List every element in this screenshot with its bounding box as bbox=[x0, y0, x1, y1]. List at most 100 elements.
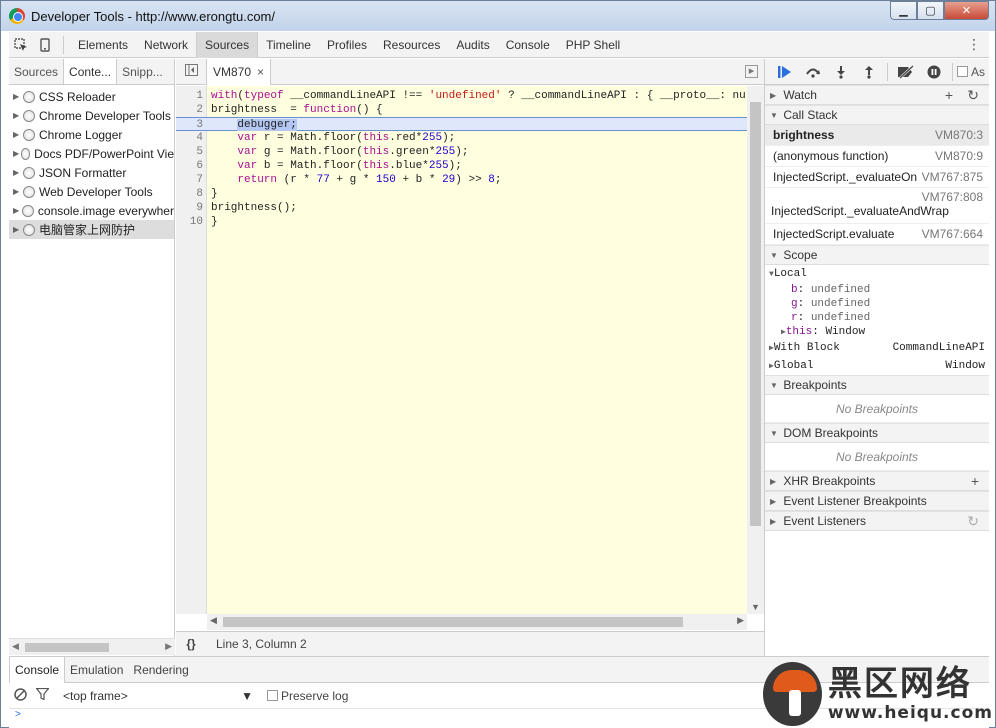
tree-item[interactable]: ▶ JSON Formatter bbox=[9, 163, 174, 182]
expand-arrow-icon[interactable]: ▶ bbox=[13, 130, 23, 139]
scope-property-this[interactable]: ▶this: Window bbox=[765, 325, 989, 339]
code-line[interactable]: 4 var r = Math.floor(this.red*255); bbox=[176, 131, 747, 145]
call-frame-location[interactable]: VM870:9 bbox=[935, 149, 983, 163]
add-xhr-breakpoint-icon[interactable]: + bbox=[971, 473, 979, 489]
navigator-tab-sources[interactable]: Sources bbox=[9, 59, 63, 84]
scope-local[interactable]: ▼Local bbox=[765, 265, 989, 283]
navigator-tab-snippets[interactable]: Snipp... bbox=[117, 59, 168, 84]
tab-profiles[interactable]: Profiles bbox=[319, 32, 375, 58]
pause-on-exceptions-button[interactable] bbox=[920, 60, 948, 84]
line-number[interactable]: 9 bbox=[176, 201, 203, 215]
code-area[interactable]: 1 with(typeof __commandLineAPI !== 'undef… bbox=[176, 86, 747, 614]
tree-item[interactable]: ▶ 电脑管家上网防护 bbox=[9, 220, 174, 239]
call-frame-location[interactable]: VM870:3 bbox=[935, 128, 983, 142]
scroll-down-icon[interactable]: ▼ bbox=[751, 602, 760, 612]
tree-item[interactable]: ▶ CSS Reloader bbox=[9, 87, 174, 106]
device-mode-icon[interactable] bbox=[33, 33, 57, 57]
scroll-right-icon[interactable]: ▶ bbox=[737, 615, 744, 626]
tree-item[interactable]: ▶ Docs PDF/PowerPoint Vie bbox=[9, 144, 174, 163]
collapse-arrow-icon[interactable]: ▼ bbox=[770, 251, 780, 260]
frame-selector[interactable]: <top frame> ▼ bbox=[63, 689, 253, 703]
refresh-icon[interactable]: ↻ bbox=[967, 87, 979, 104]
scrollbar-thumb[interactable] bbox=[25, 643, 109, 652]
preserve-log-checkbox[interactable]: Preserve log bbox=[267, 689, 348, 703]
resume-button[interactable] bbox=[771, 60, 799, 84]
call-frame[interactable]: InjectedScript._evaluateOn VM767:875 bbox=[765, 167, 989, 188]
call-frame-location[interactable]: VM767:664 bbox=[922, 227, 983, 241]
expand-arrow-icon[interactable]: ▶ bbox=[770, 91, 780, 100]
code-line[interactable]: 9 brightness(); bbox=[176, 201, 747, 215]
scrollbar-thumb[interactable] bbox=[223, 617, 683, 627]
toggle-debugger-sidebar-icon[interactable]: ▸ bbox=[745, 65, 758, 78]
close-window-button[interactable]: ✕ bbox=[944, 1, 989, 20]
line-number[interactable]: 2 bbox=[176, 103, 203, 117]
call-stack-section-header[interactable]: ▼ Call Stack bbox=[765, 105, 989, 125]
tree-item[interactable]: ▶ Chrome Logger bbox=[9, 125, 174, 144]
scope-with-block[interactable]: ▶With Block CommandLineAPI bbox=[765, 339, 989, 357]
preserve-log-checkbox-box[interactable] bbox=[267, 690, 278, 701]
code-line[interactable]: 6 var b = Math.floor(this.blue*255); bbox=[176, 159, 747, 173]
navigator-scrollbar[interactable]: ◀ ▶ bbox=[9, 638, 175, 655]
event-listeners-section-header[interactable]: ▶ Event Listeners ↻ bbox=[765, 511, 989, 531]
drawer-tab-rendering[interactable]: Rendering bbox=[128, 657, 193, 683]
watch-section-header[interactable]: ▶ Watch + ↻ bbox=[765, 85, 989, 105]
code-line[interactable]: 1 with(typeof __commandLineAPI !== 'undef… bbox=[176, 89, 747, 103]
line-number[interactable]: 7 bbox=[176, 173, 203, 187]
scroll-left-icon[interactable]: ◀ bbox=[12, 641, 19, 652]
editor-horizontal-scrollbar[interactable]: ◀ ▶ bbox=[207, 614, 747, 630]
call-frame[interactable]: InjectedScript.evaluate VM767:664 bbox=[765, 224, 989, 245]
tab-console[interactable]: Console bbox=[498, 32, 558, 58]
line-number[interactable]: 8 bbox=[176, 187, 203, 201]
code-line[interactable]: 5 var g = Math.floor(this.green*255); bbox=[176, 145, 747, 159]
call-frame[interactable]: (anonymous function) VM870:9 bbox=[765, 146, 989, 167]
breakpoints-section-header[interactable]: ▼ Breakpoints bbox=[765, 375, 989, 395]
tree-item[interactable]: ▶ Chrome Developer Tools bbox=[9, 106, 174, 125]
clear-console-icon[interactable] bbox=[9, 687, 31, 704]
async-checkbox[interactable]: As bbox=[957, 65, 985, 79]
code-line[interactable]: 3 debugger; bbox=[176, 117, 747, 131]
tree-item[interactable]: ▶ console.image everywher bbox=[9, 201, 174, 220]
scrollbar-thumb[interactable] bbox=[750, 102, 761, 526]
tab-php-shell[interactable]: PHP Shell bbox=[558, 32, 628, 58]
scroll-left-icon[interactable]: ◀ bbox=[210, 615, 217, 626]
call-frame-location[interactable]: VM767:808 bbox=[771, 190, 983, 204]
tab-elements[interactable]: Elements bbox=[70, 32, 136, 58]
editor-file-tab[interactable]: VM870 × bbox=[206, 58, 272, 85]
expand-arrow-icon[interactable]: ▶ bbox=[13, 225, 23, 234]
scope-section-header[interactable]: ▼ Scope bbox=[765, 245, 989, 265]
code-line[interactable]: 7 return (r * 77 + g * 150 + b * 29) >> … bbox=[176, 173, 747, 187]
deactivate-breakpoints-button[interactable] bbox=[892, 60, 920, 84]
dom-breakpoints-section-header[interactable]: ▼ DOM Breakpoints bbox=[765, 423, 989, 443]
expand-arrow-icon[interactable]: ▶ bbox=[770, 517, 780, 526]
expand-arrow-icon[interactable]: ▶ bbox=[770, 497, 780, 506]
collapse-arrow-icon[interactable]: ▼ bbox=[770, 429, 780, 438]
call-frame-location[interactable]: VM767:875 bbox=[922, 170, 983, 184]
maximize-button[interactable]: ▢ bbox=[917, 1, 944, 20]
step-out-button[interactable] bbox=[855, 60, 883, 84]
minimize-button[interactable]: ▁ bbox=[890, 1, 917, 20]
drawer-tab-emulation[interactable]: Emulation bbox=[65, 657, 128, 683]
code-line[interactable]: 8} bbox=[176, 187, 747, 201]
scope-global[interactable]: ▶Global Window bbox=[765, 357, 989, 375]
navigator-tab-content-scripts[interactable]: Conte... bbox=[63, 59, 118, 84]
add-watch-icon[interactable]: + bbox=[945, 87, 953, 103]
tab-network[interactable]: Network bbox=[136, 32, 196, 58]
expand-arrow-icon[interactable]: ▶ bbox=[770, 477, 780, 486]
collapse-arrow-icon[interactable]: ▼ bbox=[770, 111, 780, 120]
expand-arrow-icon[interactable]: ▶ bbox=[13, 206, 22, 215]
line-number[interactable]: 5 bbox=[176, 145, 203, 159]
async-checkbox-box[interactable] bbox=[957, 66, 968, 77]
tree-item[interactable]: ▶ Web Developer Tools bbox=[9, 182, 174, 201]
tab-audits[interactable]: Audits bbox=[448, 32, 497, 58]
step-into-button[interactable] bbox=[827, 60, 855, 84]
expand-arrow-icon[interactable]: ▶ bbox=[13, 111, 23, 120]
step-over-button[interactable] bbox=[799, 60, 827, 84]
tab-resources[interactable]: Resources bbox=[375, 32, 448, 58]
collapse-arrow-icon[interactable]: ▼ bbox=[770, 381, 780, 390]
line-number[interactable]: 10 bbox=[176, 215, 203, 229]
expand-arrow-icon[interactable]: ▶ bbox=[13, 149, 21, 158]
code-line[interactable]: 2 brightness = function() { bbox=[176, 103, 747, 117]
scroll-right-icon[interactable]: ▶ bbox=[165, 641, 172, 652]
line-number[interactable]: 4 bbox=[176, 131, 203, 145]
code-line[interactable]: 10} bbox=[176, 215, 747, 229]
